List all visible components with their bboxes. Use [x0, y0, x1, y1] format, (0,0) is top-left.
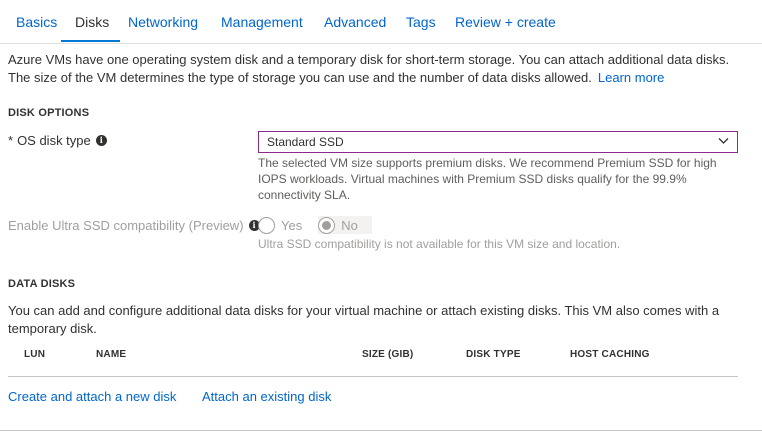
footer-divider — [0, 430, 762, 431]
tab-divider — [0, 43, 762, 44]
required-marker: * — [8, 133, 14, 148]
column-header-size: SIZE (GIB) — [362, 349, 414, 360]
ultra-ssd-yes-label: Yes — [281, 217, 303, 233]
create-new-disk-link[interactable]: Create and attach a new disk — [8, 389, 176, 404]
tab-management[interactable]: Management — [221, 14, 303, 30]
os-disk-type-value: Standard SSD — [267, 135, 344, 149]
ultra-ssd-help: Ultra SSD compatibility is not available… — [258, 237, 621, 251]
tab-disks[interactable]: Disks — [75, 14, 109, 30]
tab-basics[interactable]: Basics — [16, 14, 57, 30]
data-disks-description: You can add and configure additional dat… — [8, 303, 720, 336]
attach-existing-disk-link[interactable]: Attach an existing disk — [202, 389, 331, 404]
ultra-ssd-no-label: No — [341, 217, 358, 233]
os-disk-type-label: * OS disk type i — [8, 133, 107, 148]
ultra-ssd-yes-radio[interactable]: Yes — [258, 216, 306, 234]
learn-more-link[interactable]: Learn more — [598, 70, 664, 85]
os-disk-type-label-text: OS disk type — [17, 133, 91, 148]
tab-bar: Basics Disks Networking Management Advan… — [0, 0, 762, 44]
tab-review-create[interactable]: Review + create — [455, 14, 556, 30]
disk-options-heading: DISK OPTIONS — [8, 107, 90, 119]
column-header-disk-type: DISK TYPE — [466, 349, 521, 360]
info-icon[interactable]: i — [95, 135, 107, 146]
tab-advanced[interactable]: Advanced — [324, 14, 386, 30]
data-disks-heading: DATA DISKS — [8, 278, 76, 290]
os-disk-type-select[interactable]: Standard SSD — [258, 131, 738, 153]
tab-tags[interactable]: Tags — [406, 14, 436, 30]
column-header-lun: LUN — [24, 349, 46, 360]
radio-circle-icon — [258, 216, 275, 234]
ultra-ssd-radio-group: Yes No — [258, 216, 372, 234]
tab-networking[interactable]: Networking — [128, 14, 198, 30]
ultra-ssd-no-radio[interactable]: No — [318, 216, 372, 234]
active-tab-indicator — [61, 40, 120, 42]
ultra-ssd-label: Enable Ultra SSD compatibility (Preview)… — [8, 218, 260, 233]
column-header-name: NAME — [96, 349, 127, 360]
chevron-down-icon — [718, 138, 729, 144]
intro-description: Azure VMs have one operating system disk… — [8, 51, 738, 87]
os-disk-type-help: The selected VM size supports premium di… — [258, 156, 717, 202]
data-disks-table-header: LUN NAME SIZE (GIB) DISK TYPE HOST CACHI… — [8, 349, 738, 377]
radio-circle-selected-icon — [318, 216, 336, 234]
ultra-ssd-label-text: Enable Ultra SSD compatibility (Preview) — [8, 218, 244, 233]
column-header-host-caching: HOST CACHING — [570, 349, 650, 360]
